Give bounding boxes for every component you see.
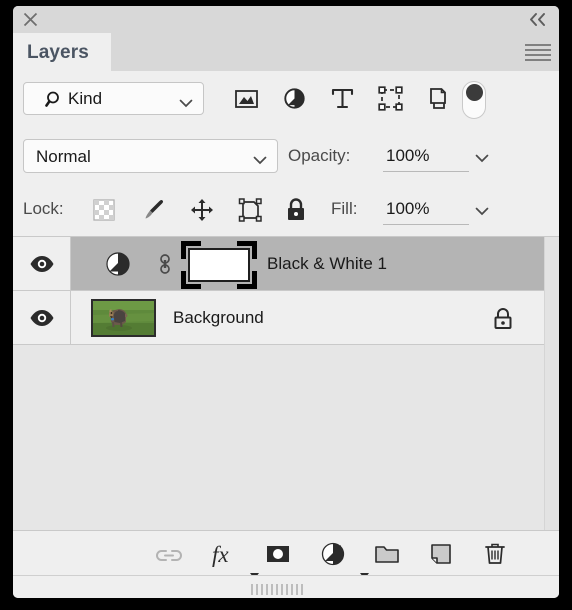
filter-toggle-knob	[466, 84, 483, 101]
chevron-down-icon[interactable]	[179, 95, 193, 113]
blend-mode-select[interactable]: Normal	[23, 139, 278, 173]
filter-pixel-layers-icon[interactable]	[233, 85, 260, 112]
tab-layers-label: Layers	[27, 42, 89, 63]
panel-menu-icon[interactable]	[525, 44, 551, 61]
add-layer-mask-button[interactable]	[264, 540, 292, 568]
panel-titlebar	[13, 6, 559, 33]
panel-tabstrip: Layers	[13, 33, 559, 71]
opacity-chevron-down-icon[interactable]	[475, 150, 489, 168]
layer-mask-thumbnail[interactable]	[181, 241, 257, 289]
layers-toolbar: fx	[13, 530, 559, 579]
link-layers-button[interactable]	[155, 540, 183, 568]
lock-label: Lock:	[23, 199, 64, 218]
filter-smart-object-icon[interactable]	[425, 85, 452, 112]
layer-name[interactable]: Black & White 1	[267, 254, 387, 274]
layer-filter-bar: Kind	[13, 71, 559, 130]
layer-visibility-toggle[interactable]	[13, 291, 71, 345]
close-icon[interactable]	[21, 10, 40, 29]
delete-layer-button[interactable]	[481, 540, 509, 568]
chevron-down-icon[interactable]	[253, 152, 267, 170]
layer-mask-image	[188, 248, 250, 282]
new-group-button[interactable]	[373, 540, 401, 568]
eye-icon[interactable]	[29, 254, 55, 279]
fill-scrubber-underline	[383, 224, 469, 225]
layer-mask-link-icon[interactable]	[157, 252, 173, 281]
layer-styles-button[interactable]: fx	[210, 540, 238, 568]
row-divider	[13, 344, 544, 345]
lock-artboard-nesting-icon[interactable]	[237, 197, 263, 223]
lock-transparent-pixels-icon[interactable]	[91, 197, 117, 223]
blend-mode-row: Normal Opacity: 100%	[13, 130, 559, 183]
fill-label: Fill:	[331, 199, 358, 218]
blend-mode-value: Normal	[36, 147, 91, 166]
filter-type-layers-icon[interactable]	[329, 85, 356, 112]
layer-styles-caret-icon[interactable]	[250, 566, 259, 579]
fill-chevron-down-icon[interactable]	[475, 203, 489, 221]
collapse-chevrons-icon[interactable]	[526, 10, 550, 29]
opacity-value[interactable]: 100%	[386, 146, 429, 166]
layer-locked-icon[interactable]	[490, 306, 516, 337]
new-adjustment-layer-button[interactable]	[319, 540, 347, 568]
lock-image-pixels-icon[interactable]	[141, 197, 167, 223]
layer-list-scrollbar[interactable]	[544, 237, 559, 531]
svg-text:fx: fx	[212, 542, 229, 567]
panel-resize-bar[interactable]	[13, 575, 559, 598]
lock-position-icon[interactable]	[189, 197, 215, 223]
layer-name[interactable]: Background	[173, 308, 264, 328]
filter-enable-toggle[interactable]	[462, 81, 486, 119]
new-layer-button[interactable]	[427, 540, 455, 568]
opacity-scrubber-underline	[383, 171, 469, 172]
lock-all-icon[interactable]	[283, 197, 309, 223]
tab-layers[interactable]: Layers	[13, 33, 111, 71]
layer-thumbnail[interactable]	[91, 299, 156, 337]
eye-icon[interactable]	[29, 308, 55, 333]
table-row[interactable]: Black & White 1	[13, 237, 544, 291]
lock-row: Lock: Fill: 100%	[13, 183, 559, 236]
layer-list: Black & White 1 Background	[13, 236, 559, 531]
filter-kind-select[interactable]: Kind	[23, 82, 204, 115]
new-adjustment-layer-caret-icon[interactable]	[360, 566, 369, 579]
opacity-label: Opacity:	[288, 146, 351, 165]
fill-value[interactable]: 100%	[386, 199, 429, 219]
adjustment-layer-thumbnail[interactable]	[105, 251, 131, 282]
resize-grip-icon[interactable]	[251, 582, 321, 595]
filter-kind-label: Kind	[68, 89, 103, 108]
filter-shape-layers-icon[interactable]	[377, 85, 404, 112]
layers-panel: Layers Kind Normal Opacity: 100% Lock: F…	[13, 6, 559, 598]
table-row[interactable]: Background	[13, 291, 544, 345]
layer-visibility-toggle[interactable]	[13, 237, 71, 291]
search-icon	[45, 90, 64, 114]
filter-adjustment-layers-icon[interactable]	[281, 85, 308, 112]
